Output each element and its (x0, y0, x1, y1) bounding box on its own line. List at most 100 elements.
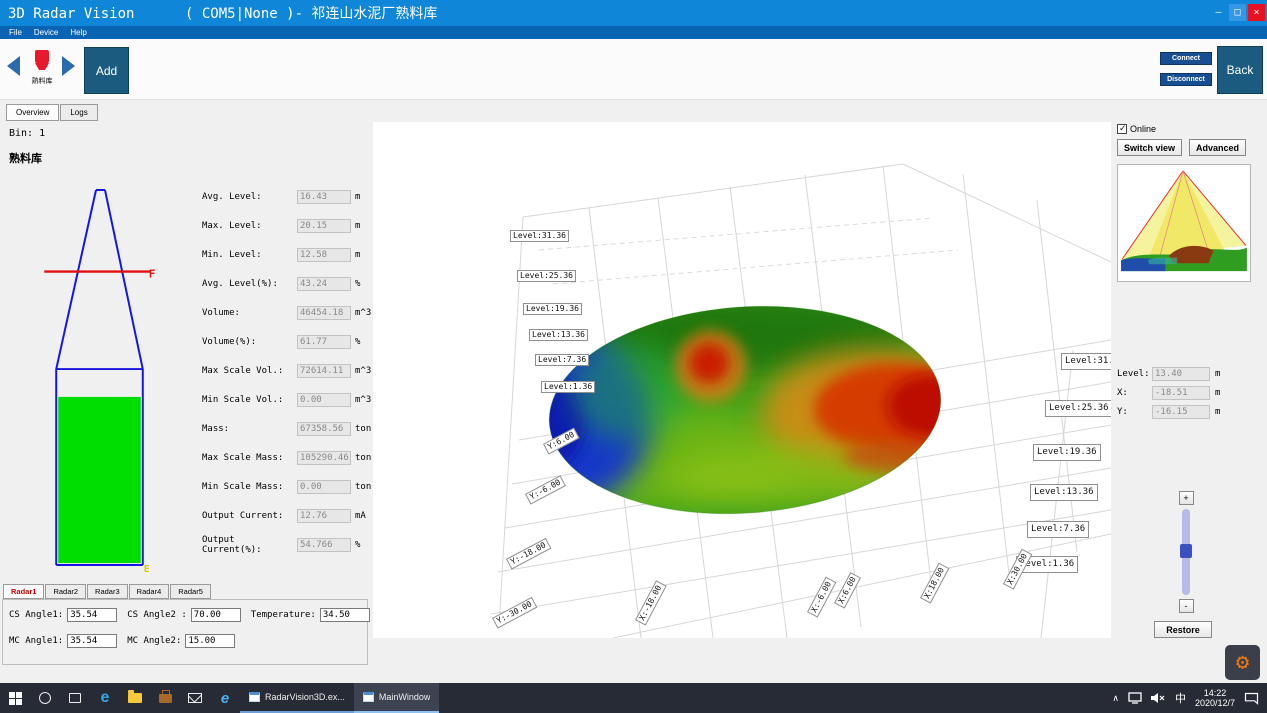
prev-bin-arrow-icon[interactable] (7, 56, 20, 76)
mail-button[interactable] (180, 683, 210, 713)
field-row: Min Scale Vol.:0.00m^3 (202, 385, 372, 414)
field-unit: ton (355, 482, 371, 492)
view-control-panel: Online Switch view Advanced (1111, 100, 1267, 683)
param-input-5[interactable] (185, 634, 235, 648)
level-tick-left: Level:19.36 (523, 303, 582, 315)
cortana-circle-icon (39, 692, 51, 704)
field-unit: % (355, 279, 360, 289)
level-tick-right: Level:25.36 (1045, 400, 1111, 417)
level-tick-right: Level:19.36 (1033, 444, 1101, 461)
y-axis-tick: Y:-30.00 (492, 597, 537, 629)
readout-label: Level: (1117, 369, 1152, 379)
param-label: MC Angle1: (9, 636, 63, 646)
param-input-2[interactable] (191, 608, 241, 622)
field-label: Min. Level: (202, 250, 297, 260)
taskbar-apps: RadarVision3D.ex... MainWindow (240, 683, 439, 713)
cortana-button[interactable] (30, 683, 60, 713)
windows-logo-icon (9, 692, 22, 705)
briefcase-app-button[interactable] (150, 683, 180, 713)
edge-button[interactable]: e (90, 683, 120, 713)
ie-icon: e (221, 691, 229, 706)
taskbar-app-label: MainWindow (379, 692, 431, 702)
field-label: Avg. Level(%): (202, 279, 297, 289)
field-row: Avg. Level:16.43m (202, 182, 372, 211)
bin-detail-panel: Bin: 1 熟料库 F E Avg. Level:16.43mMax. Lev… (0, 120, 373, 683)
field-value: 72614.11 (297, 364, 351, 378)
task-view-button[interactable] (60, 683, 90, 713)
param-input-4[interactable] (67, 634, 117, 648)
zoom-slider: + - (1173, 490, 1199, 614)
taskbar-clock[interactable]: 14:22 2020/12/7 (1195, 688, 1235, 708)
beam-preview-image (1118, 165, 1250, 281)
field-label: Volume: (202, 308, 297, 318)
next-bin-arrow-icon[interactable] (62, 56, 75, 76)
field-value: 61.77 (297, 335, 351, 349)
tab-overview[interactable]: Overview (6, 104, 59, 121)
maximize-button[interactable]: □ (1229, 4, 1246, 21)
level-tick-right: Level:13.36 (1030, 484, 1098, 501)
silo-fill-level (58, 397, 141, 563)
close-button[interactable]: × (1248, 4, 1265, 21)
taskbar-app-mainwindow[interactable]: MainWindow (354, 683, 440, 713)
folder-icon (128, 693, 142, 703)
back-button[interactable]: Back (1217, 46, 1263, 94)
radar-tab-radar5[interactable]: Radar5 (170, 584, 211, 599)
tab-logs[interactable]: Logs (60, 104, 97, 121)
readout-unit: m (1215, 369, 1220, 379)
field-row: Avg. Level(%):43.24% (202, 269, 372, 298)
start-button[interactable] (0, 683, 30, 713)
file-explorer-button[interactable] (120, 683, 150, 713)
connect-button[interactable]: Connect (1160, 52, 1212, 65)
field-label: Output Current: (202, 511, 297, 521)
level-tick-left: Level:1.36 (541, 381, 595, 393)
ie-button[interactable]: e (210, 683, 240, 713)
param-label: Temperature: (251, 610, 316, 620)
zoom-handle[interactable] (1180, 544, 1192, 558)
ime-indicator[interactable]: 中 (1175, 690, 1186, 706)
minimize-button[interactable]: – (1210, 4, 1227, 21)
taskbar-app-radarvision3dex[interactable]: RadarVision3D.ex... (240, 683, 354, 713)
field-label: Mass: (202, 424, 297, 434)
taskbar-app-label: RadarVision3D.ex... (265, 692, 345, 702)
menu-item-help[interactable]: Help (64, 28, 92, 37)
restore-button[interactable]: Restore (1154, 621, 1212, 638)
level-tick-right: Level:7.36 (1027, 521, 1089, 538)
network-icon[interactable] (1128, 692, 1142, 704)
silo-diagram: F E (44, 186, 156, 576)
field-value: 0.00 (297, 393, 351, 407)
radar-tabs: Radar1Radar2Radar3Radar4Radar5 (3, 584, 212, 599)
checkbox-checked-icon (1117, 124, 1127, 134)
action-center-icon[interactable] (1244, 692, 1259, 705)
radar-param-group: CS Angle1:CS Angle2 :Temperature: MC Ang… (2, 599, 368, 665)
readout-unit: m (1215, 388, 1220, 398)
menu-item-device[interactable]: Device (28, 28, 64, 37)
tabstrip: Overview Logs (6, 104, 99, 121)
radar-tab-radar4[interactable]: Radar4 (129, 584, 170, 599)
screenshot-tool-widget[interactable]: ⚙ (1225, 645, 1260, 680)
level-tick-left: Level:7.36 (535, 354, 589, 366)
volume-icon[interactable] (1151, 692, 1166, 704)
switch-view-button[interactable]: Switch view (1117, 139, 1182, 156)
surface-plot[interactable]: Level:31.36Level:25.36Level:19.36Level:1… (373, 122, 1111, 638)
readout-value: -16.15 (1152, 405, 1210, 419)
disconnect-button[interactable]: Disconnect (1160, 73, 1212, 86)
zoom-track[interactable] (1182, 509, 1190, 595)
readout-row: Level:13.40m (1117, 364, 1265, 383)
param-input-3[interactable] (320, 608, 370, 622)
field-value: 12.76 (297, 509, 351, 523)
gear-icon: ⚙ (1236, 652, 1249, 674)
field-row: Volume:46454.18m^3 (202, 298, 372, 327)
x-axis-tick: X:6.00 (834, 572, 861, 608)
menu-item-file[interactable]: File (3, 28, 28, 37)
add-button[interactable]: Add (84, 47, 129, 94)
zoom-out-button[interactable]: - (1179, 599, 1194, 613)
online-checkbox[interactable]: Online (1117, 124, 1156, 134)
zoom-in-button[interactable]: + (1179, 491, 1194, 505)
radar-tab-radar1[interactable]: Radar1 (3, 584, 44, 599)
advanced-button[interactable]: Advanced (1189, 139, 1246, 156)
bin-shortcut[interactable]: 熟料库 (25, 49, 59, 86)
radar-tab-radar2[interactable]: Radar2 (45, 584, 86, 599)
tray-expand-icon[interactable]: ∧ (1112, 693, 1119, 704)
radar-tab-radar3[interactable]: Radar3 (87, 584, 128, 599)
param-input-1[interactable] (67, 608, 117, 622)
